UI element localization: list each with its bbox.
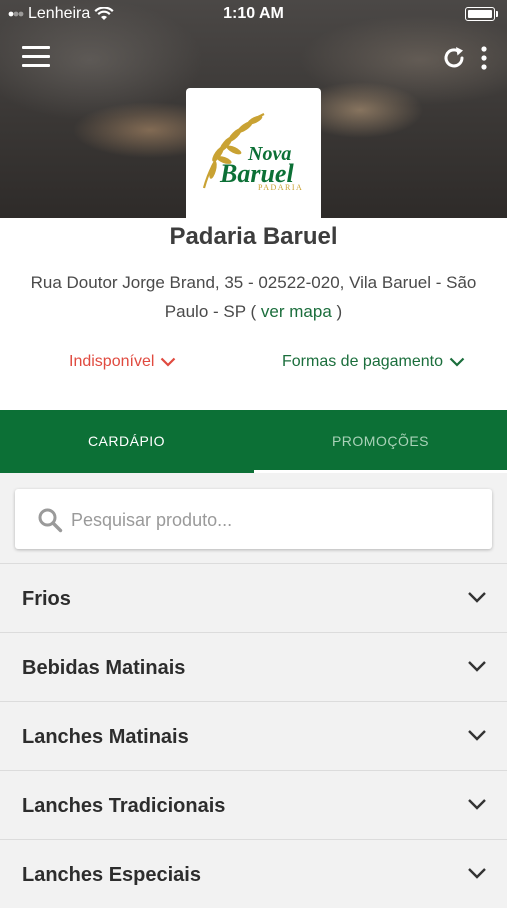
search-input[interactable] <box>69 489 473 551</box>
chevron-down-icon <box>468 868 486 879</box>
category-lanches-matinais[interactable]: Lanches Matinais <box>0 701 507 770</box>
chevron-down-icon <box>468 730 486 741</box>
chevron-down-icon <box>449 357 465 367</box>
category-list: Frios Bebidas Matinais Lanches Matinais … <box>0 563 507 908</box>
tab-promocoes[interactable]: PROMOÇÕES <box>254 410 507 473</box>
category-lanches-especiais[interactable]: Lanches Especiais <box>0 839 507 908</box>
status-bar: Lenheira 1:10 AM <box>0 0 507 30</box>
store-logo: Nova Baruel PADARIA <box>186 88 321 223</box>
payment-methods-label: Formas de pagamento <box>282 353 443 370</box>
store-address: Rua Doutor Jorge Brand, 35 - 02522-020, … <box>10 268 497 326</box>
status-time: 1:10 AM <box>223 5 284 22</box>
chevron-down-icon <box>468 799 486 810</box>
category-bebidas-matinais[interactable]: Bebidas Matinais <box>0 632 507 701</box>
category-label: Lanches Especiais <box>22 864 201 886</box>
category-label: Lanches Tradicionais <box>22 795 226 817</box>
tab-indicator <box>254 470 507 473</box>
availability-label: Indisponível <box>69 353 155 370</box>
search-box <box>15 489 492 551</box>
logo-text-padaria: PADARIA <box>258 183 303 192</box>
menu-icon[interactable] <box>22 46 50 68</box>
category-lanches-tradicionais[interactable]: Lanches Tradicionais <box>0 770 507 839</box>
category-label: Frios <box>22 588 71 610</box>
chevron-down-icon <box>468 592 486 603</box>
store-name: Padaria Baruel <box>169 223 338 250</box>
refresh-icon[interactable] <box>441 45 467 71</box>
map-link-open: ( <box>250 302 257 321</box>
tab-cardapio[interactable]: CARDÁPIO <box>0 410 253 473</box>
map-link-close: ) <box>336 302 343 321</box>
chevron-down-icon <box>161 357 176 367</box>
category-frios[interactable]: Frios <box>0 563 507 632</box>
category-label: Bebidas Matinais <box>22 657 186 679</box>
store-info: Padaria Baruel Rua Doutor Jorge Brand, 3… <box>0 218 507 410</box>
map-link[interactable]: ver mapa <box>261 302 332 321</box>
search-icon <box>38 508 63 533</box>
tab-bar: CARDÁPIO PROMOÇÕES <box>0 410 507 473</box>
battery-icon <box>465 7 498 21</box>
availability-dropdown[interactable]: Indisponível <box>69 353 176 371</box>
category-label: Lanches Matinais <box>22 726 189 748</box>
payment-methods-dropdown[interactable]: Formas de pagamento <box>282 353 465 371</box>
chevron-down-icon <box>468 661 486 672</box>
kebab-icon[interactable] <box>478 45 490 71</box>
